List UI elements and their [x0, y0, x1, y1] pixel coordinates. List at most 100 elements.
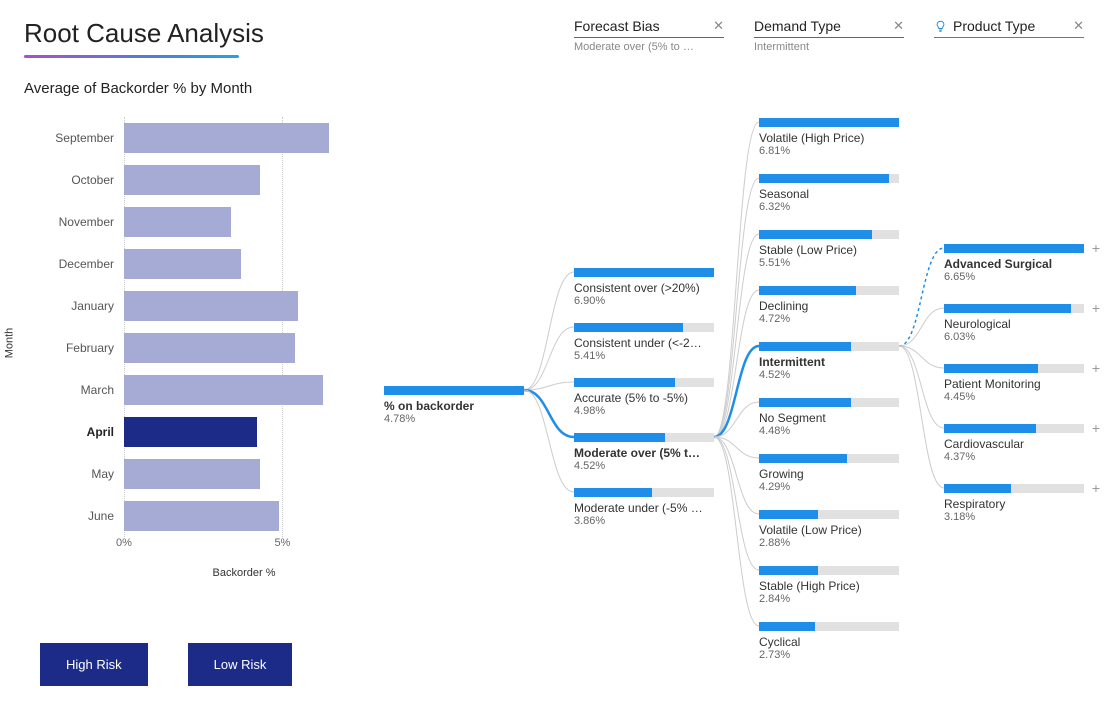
bar-row[interactable]: June [24, 495, 364, 537]
bar-row[interactable]: December [24, 243, 364, 285]
bar-row[interactable]: January [24, 285, 364, 327]
bar-fill [124, 291, 298, 321]
expand-icon[interactable]: + [1092, 421, 1100, 435]
node-value: 5.51% [759, 257, 899, 269]
node-value: 5.41% [574, 350, 714, 362]
tree-node[interactable]: Consistent under (<-2…5.41% [574, 323, 714, 362]
tree-node[interactable]: Consistent over (>20%)6.90% [574, 268, 714, 307]
tree-node[interactable]: Stable (Low Price)5.51% [759, 230, 899, 269]
tree-node[interactable]: Volatile (Low Price)2.88% [759, 510, 899, 549]
node-label: Respiratory [944, 497, 1084, 511]
node-label: Consistent under (<-2… [574, 336, 714, 350]
crumb-title: Forecast Bias [574, 18, 707, 34]
node-label: Cyclical [759, 635, 899, 649]
tree-node[interactable]: Stable (High Price)2.84% [759, 566, 899, 605]
node-label: No Segment [759, 411, 899, 425]
tree-node[interactable]: No Segment4.48% [759, 398, 899, 437]
bar-row[interactable]: April [24, 411, 364, 453]
bar-fill [124, 417, 257, 447]
tree-node[interactable]: Accurate (5% to -5%)4.98% [574, 378, 714, 417]
tree-node[interactable]: Volatile (High Price)6.81% [759, 118, 899, 157]
x-tick-1: 5% [274, 537, 290, 549]
node-value: 6.90% [574, 295, 714, 307]
tree-node[interactable]: Respiratory3.18%+ [944, 484, 1084, 523]
decomposition-tree[interactable]: % on backorder 4.78% Consistent over (>2… [384, 88, 1092, 704]
close-icon[interactable]: ✕ [893, 18, 904, 34]
bar-chart[interactable]: Month SeptemberOctoberNovemberDecemberJa… [24, 117, 364, 617]
node-value: 6.03% [944, 331, 1084, 343]
bar-fill [124, 165, 260, 195]
node-value: 3.18% [944, 511, 1084, 523]
node-label: Stable (High Price) [759, 579, 899, 593]
crumb-title: Demand Type [754, 18, 887, 34]
bar-fill [124, 459, 260, 489]
crumb-value: Moderate over (5% to … [574, 41, 724, 53]
node-value: 4.37% [944, 451, 1084, 463]
node-value: 2.73% [759, 649, 899, 661]
crumb-value: Intermittent [754, 41, 904, 53]
node-value: 4.78% [384, 413, 524, 425]
node-label: Advanced Surgical [944, 257, 1084, 271]
bar-label: February [24, 341, 124, 355]
bar-fill [124, 501, 279, 531]
tree-node[interactable]: Neurological6.03%+ [944, 304, 1084, 343]
x-tick-0: 0% [116, 537, 132, 549]
tree-node[interactable]: Moderate over (5% t…4.52% [574, 433, 714, 472]
close-icon[interactable]: ✕ [713, 18, 724, 34]
bar-label: December [24, 257, 124, 271]
expand-icon[interactable]: + [1092, 301, 1100, 315]
low-risk-button[interactable]: Low Risk [188, 643, 293, 686]
close-icon[interactable]: ✕ [1073, 18, 1084, 34]
expand-icon[interactable]: + [1092, 241, 1100, 255]
root-node[interactable]: % on backorder 4.78% [384, 386, 524, 425]
bar-label: May [24, 467, 124, 481]
bar-row[interactable]: March [24, 369, 364, 411]
bar-fill [124, 249, 241, 279]
tree-node[interactable]: Patient Monitoring4.45%+ [944, 364, 1084, 403]
node-label: % on backorder [384, 399, 524, 413]
crumb-product-type[interactable]: Product Type ✕ [934, 18, 1084, 38]
tree-node[interactable]: Cyclical2.73% [759, 622, 899, 661]
node-value: 4.52% [759, 369, 899, 381]
bar-fill [124, 207, 231, 237]
node-value: 4.45% [944, 391, 1084, 403]
node-label: Intermittent [759, 355, 899, 369]
node-label: Accurate (5% to -5%) [574, 391, 714, 405]
bar-fill [124, 333, 295, 363]
expand-icon[interactable]: + [1092, 361, 1100, 375]
high-risk-button[interactable]: High Risk [40, 643, 148, 686]
chart-subtitle: Average of Backorder % by Month [24, 80, 364, 97]
node-label: Moderate over (5% t… [574, 446, 714, 460]
node-label: Patient Monitoring [944, 377, 1084, 391]
crumb-demand-type[interactable]: Demand Type ✕ Intermittent [754, 18, 904, 53]
tree-node[interactable]: Seasonal6.32% [759, 174, 899, 213]
node-label: Declining [759, 299, 899, 313]
expand-icon[interactable]: + [1092, 481, 1100, 495]
tree-node[interactable]: Moderate under (-5% …3.86% [574, 488, 714, 527]
node-label: Seasonal [759, 187, 899, 201]
crumb-forecast-bias[interactable]: Forecast Bias ✕ Moderate over (5% to … [574, 18, 724, 53]
tree-node[interactable]: Advanced Surgical6.65%+ [944, 244, 1084, 283]
node-value: 4.52% [574, 460, 714, 472]
node-value: 3.86% [574, 515, 714, 527]
node-label: Moderate under (-5% … [574, 501, 714, 515]
bar-label: June [24, 509, 124, 523]
node-value: 2.84% [759, 593, 899, 605]
node-label: Consistent over (>20%) [574, 281, 714, 295]
bar-label: January [24, 299, 124, 313]
bar-fill [124, 375, 323, 405]
bar-row[interactable]: November [24, 201, 364, 243]
node-value: 2.88% [759, 537, 899, 549]
node-value: 6.32% [759, 201, 899, 213]
tree-node[interactable]: Growing4.29% [759, 454, 899, 493]
bar-row[interactable]: May [24, 453, 364, 495]
bar-row[interactable]: September [24, 117, 364, 159]
node-label: Stable (Low Price) [759, 243, 899, 257]
tree-node[interactable]: Intermittent4.52% [759, 342, 899, 381]
bar-row[interactable]: October [24, 159, 364, 201]
bar-label: March [24, 383, 124, 397]
bar-label: September [24, 131, 124, 145]
bar-row[interactable]: February [24, 327, 364, 369]
tree-node[interactable]: Cardiovascular4.37%+ [944, 424, 1084, 463]
tree-node[interactable]: Declining4.72% [759, 286, 899, 325]
